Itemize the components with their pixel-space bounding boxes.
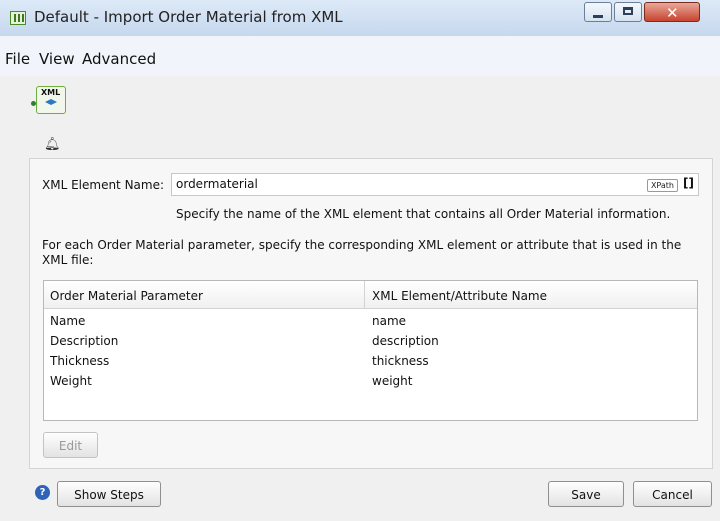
- xml-flow-icon: XML: [31, 86, 66, 114]
- cancel-button[interactable]: Cancel: [633, 481, 712, 507]
- titlebar[interactable]: Default - Import Order Material from XML: [0, 0, 720, 37]
- xml-element-name-value: ordermaterial: [176, 177, 258, 191]
- table-row[interactable]: Weight weight: [44, 372, 697, 392]
- table-cell-parameter: Name: [50, 314, 86, 328]
- save-button[interactable]: Save: [548, 481, 624, 507]
- table-cell-xml-name: thickness: [372, 354, 429, 368]
- table-row[interactable]: Description description: [44, 332, 697, 352]
- menu-advanced[interactable]: Advanced: [82, 50, 156, 68]
- app-icon: [10, 11, 26, 25]
- menu-file[interactable]: File: [5, 50, 30, 68]
- brackets-icon[interactable]: []: [683, 176, 694, 190]
- column-header-xml-name[interactable]: XML Element/Attribute Name: [372, 289, 547, 303]
- table-row[interactable]: Thickness thickness: [44, 352, 697, 372]
- menu-view[interactable]: View: [39, 50, 75, 68]
- help-icon[interactable]: ?: [35, 485, 50, 500]
- table-cell-xml-name: weight: [372, 374, 413, 388]
- import-order-material-dialog: Default - Import Order Material from XML…: [0, 0, 720, 521]
- parameter-description: For each Order Material parameter, speci…: [42, 238, 682, 267]
- close-button[interactable]: [644, 2, 700, 22]
- bell-icon[interactable]: 🔔︎: [44, 137, 61, 152]
- column-header-parameter[interactable]: Order Material Parameter: [50, 289, 203, 303]
- column-divider: [364, 281, 365, 308]
- table-cell-xml-name: description: [372, 334, 439, 348]
- maximize-button[interactable]: [614, 2, 642, 22]
- parameter-table: Order Material Parameter XML Element/Att…: [43, 280, 698, 421]
- table-cell-parameter: Weight: [50, 374, 92, 388]
- table-row[interactable]: Name name: [44, 312, 697, 332]
- window-controls: [584, 2, 720, 24]
- table-header: Order Material Parameter XML Element/Att…: [44, 281, 697, 309]
- xml-icon-label: XML: [41, 88, 61, 97]
- edit-button[interactable]: Edit: [43, 432, 98, 458]
- xml-element-name-input[interactable]: ordermaterial XPath []: [171, 173, 699, 196]
- table-cell-parameter: Description: [50, 334, 119, 348]
- table-cell-parameter: Thickness: [50, 354, 110, 368]
- xpath-button[interactable]: XPath: [646, 179, 678, 192]
- xml-element-name-label: XML Element Name:: [42, 178, 165, 192]
- element-name-hint: Specify the name of the XML element that…: [176, 207, 671, 221]
- window-title: Default - Import Order Material from XML: [34, 8, 343, 26]
- table-cell-xml-name: name: [372, 314, 407, 328]
- layers-icon: [45, 99, 57, 105]
- minimize-button[interactable]: [584, 2, 612, 22]
- show-steps-button[interactable]: Show Steps: [57, 481, 161, 507]
